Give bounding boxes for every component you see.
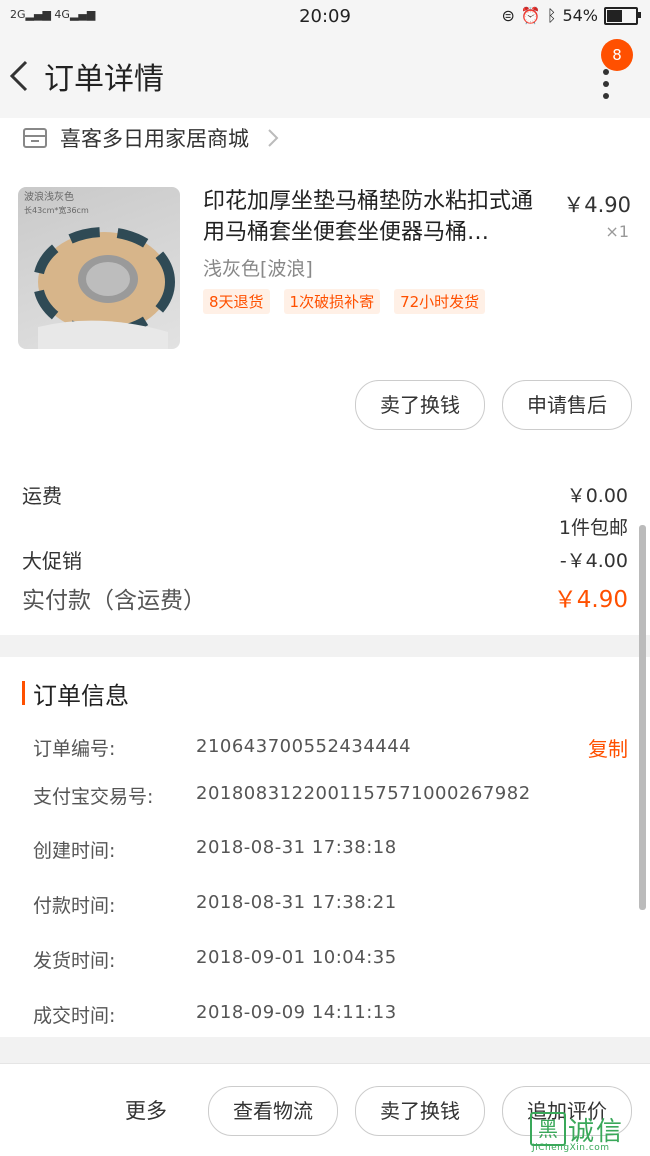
scrollbar[interactable] [639, 525, 646, 910]
total-label: 实付款（含运费） [22, 588, 206, 614]
more-actions-button[interactable]: 更多 [125, 1095, 167, 1125]
product-price: ￥4.90 [563, 193, 631, 217]
created-time-label: 创建时间: [33, 840, 116, 862]
page-title: 订单详情 [44, 62, 164, 97]
shipping-note: 1件包邮 [558, 517, 628, 539]
shop-name: 喜客多日用家居商城 [60, 127, 249, 151]
shop-row[interactable]: 喜客多日用家居商城 [22, 120, 283, 156]
product-sku: 浅灰色[波浪] [203, 258, 313, 280]
order-number-label: 订单编号: [33, 738, 116, 760]
sell-for-cash-bottom-button[interactable]: 卖了换钱 [355, 1086, 485, 1136]
tag-shipping: 72小时发货 [394, 289, 486, 314]
product-quantity: ×1 [605, 222, 629, 241]
product-thumbnail[interactable]: 波浪浅灰色 长43cm*宽36cm [18, 187, 180, 349]
battery-icon [604, 6, 641, 25]
completed-time-value: 2018-09-09 14:11:13 [196, 1002, 397, 1023]
view-logistics-button[interactable]: 查看物流 [208, 1086, 338, 1136]
promo-label: 大促销 [22, 549, 82, 573]
shipping-value: ￥0.00 [566, 485, 628, 507]
chevron-right-icon [268, 129, 279, 147]
watermark-box: 黑 [530, 1112, 566, 1146]
back-arrow-icon[interactable] [6, 56, 36, 96]
watermark-url: JiChengXin.com [532, 1143, 610, 1153]
notification-badge: 8 [601, 39, 633, 71]
alarm-icon: ⏰ [520, 6, 541, 25]
completed-time-label: 成交时间: [33, 1005, 116, 1027]
battery-percent: 54% [562, 6, 598, 25]
total-value: ￥4.90 [553, 587, 628, 613]
watermark-text: 诚信 [568, 1116, 625, 1147]
paid-time-label: 付款时间: [33, 895, 116, 917]
section-accent-bar [22, 681, 25, 705]
service-tags: 8天退货 1次破损补寄 72小时发货 [203, 289, 486, 314]
product-title[interactable]: 印花加厚坐垫马桶垫防水粘扣式通用马桶套坐便套坐便器马桶… [203, 186, 533, 248]
shipped-time-value: 2018-09-01 10:04:35 [196, 947, 397, 968]
created-time-value: 2018-08-31 17:38:18 [196, 837, 397, 858]
section-title: 订单信息 [33, 681, 129, 710]
alipay-trade-value: 2018083122001157571000267982 [196, 783, 531, 804]
paid-time-value: 2018-08-31 17:38:21 [196, 892, 397, 913]
shipping-label: 运费 [22, 484, 62, 508]
tag-return: 8天退货 [203, 289, 270, 314]
order-info-header: 订单信息 [22, 676, 129, 710]
apply-after-sale-button[interactable]: 申请售后 [502, 380, 632, 430]
order-number-value: 210643700552434444 [196, 736, 412, 757]
bluetooth-icon: ᛒ [546, 6, 557, 25]
shipped-time-label: 发货时间: [33, 950, 116, 972]
promo-value: -￥4.00 [559, 550, 628, 572]
status-bar: 2G▂▄▆ 4G▂▄▆ 20:09 ⊜ ⏰ ᛒ 54% [0, 0, 650, 34]
shop-icon [23, 128, 47, 148]
thumb-label: 波浪浅灰色 长43cm*宽36cm [24, 192, 89, 215]
nav-bar: 订单详情 8 [0, 34, 650, 118]
status-icons: ⊜ ⏰ ᛒ 54% [501, 6, 641, 25]
tag-damage: 1次破损补寄 [283, 289, 381, 314]
copy-button[interactable]: 复制 [588, 733, 628, 762]
alipay-trade-label: 支付宝交易号: [33, 786, 154, 808]
sell-for-cash-button[interactable]: 卖了换钱 [355, 380, 485, 430]
lock-rotation-icon: ⊜ [501, 6, 515, 25]
